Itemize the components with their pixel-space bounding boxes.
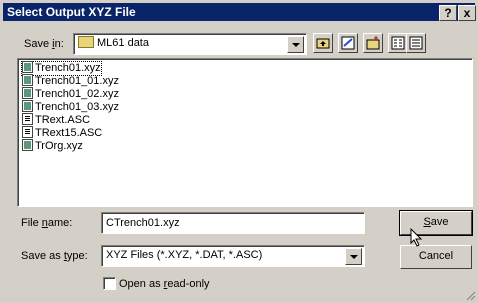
list-item[interactable]: TRext.ASC	[22, 113, 90, 127]
save-in-label: Save in:	[24, 38, 64, 50]
text-file-icon	[22, 126, 33, 139]
new-folder-icon	[366, 36, 380, 50]
file-list[interactable]: Trench01.xyz Trench01_01.xyz Trench01_02…	[17, 58, 473, 207]
resize-grip-icon[interactable]	[464, 289, 476, 301]
file-name-label: File name:	[21, 217, 73, 229]
read-only-label[interactable]: Open as read-only	[119, 278, 210, 290]
desktop-button[interactable]	[338, 33, 358, 53]
chevron-down-icon[interactable]	[287, 36, 304, 53]
file-name-value: CTrench01.xyz	[106, 217, 180, 229]
close-button[interactable]: x	[458, 5, 476, 21]
up-folder-icon	[316, 38, 330, 49]
save-as-type-label: Save as type:	[21, 250, 88, 262]
help-button[interactable]: ?	[439, 5, 457, 21]
xyz-file-icon	[22, 87, 33, 100]
list-item[interactable]: Trench01_02.xyz	[22, 87, 119, 101]
xyz-file-icon	[22, 100, 33, 113]
dialog-title: Select Output XYZ File	[7, 5, 136, 19]
details-view-icon	[409, 36, 423, 50]
list-view-icon	[391, 36, 405, 50]
save-in-value: ML61 data	[78, 36, 149, 49]
new-folder-button[interactable]	[363, 33, 383, 53]
save-as-type-value: XYZ Files (*.XYZ, *.DAT, *.ASC)	[106, 249, 263, 261]
desktop-icon	[341, 36, 355, 50]
xyz-file-icon	[22, 61, 33, 74]
list-item[interactable]: Trench01_03.xyz	[22, 100, 119, 114]
save-dialog: Select Output XYZ File ? x Save in: ML61…	[0, 0, 478, 303]
text-file-icon	[22, 113, 33, 126]
mouse-pointer-icon	[410, 228, 423, 247]
save-as-type-dropdown[interactable]: XYZ Files (*.XYZ, *.DAT, *.ASC)	[101, 245, 365, 267]
chevron-down-icon[interactable]	[345, 248, 362, 265]
list-item[interactable]: TrOrg.xyz	[22, 139, 83, 153]
read-only-checkbox[interactable]	[103, 277, 116, 290]
list-item[interactable]: Trench01_01.xyz	[22, 74, 119, 88]
list-view-button[interactable]	[388, 33, 408, 53]
list-item[interactable]: Trench01.xyz	[21, 61, 102, 76]
cancel-button[interactable]: Cancel	[400, 245, 472, 269]
save-in-dropdown[interactable]: ML61 data	[73, 33, 307, 55]
xyz-file-icon	[22, 139, 33, 152]
up-one-level-button[interactable]	[313, 33, 333, 53]
details-view-button[interactable]	[406, 33, 426, 53]
file-name-input[interactable]: CTrench01.xyz	[101, 212, 365, 234]
folder-icon	[78, 36, 94, 49]
xyz-file-icon	[22, 74, 33, 87]
title-bar: Select Output XYZ File ? x	[3, 3, 476, 21]
list-item[interactable]: TRext15.ASC	[22, 126, 102, 140]
